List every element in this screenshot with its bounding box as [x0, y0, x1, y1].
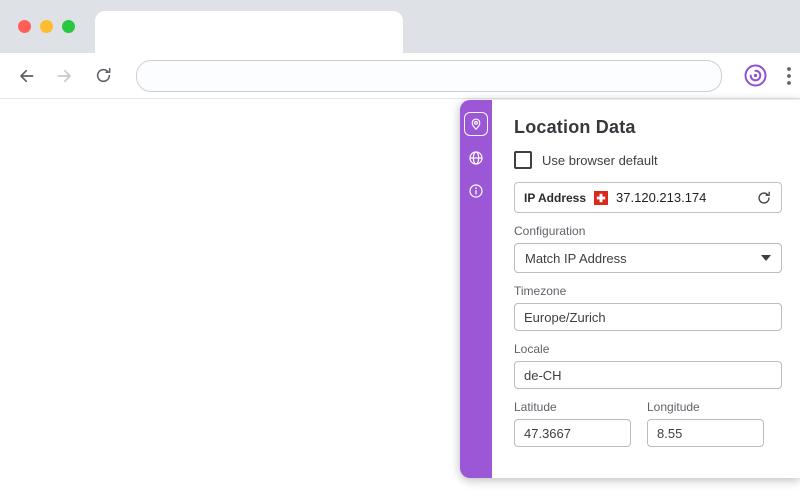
refresh-ip-button[interactable] — [756, 190, 772, 206]
maximize-window-button[interactable] — [62, 20, 75, 33]
minimize-window-button[interactable] — [40, 20, 53, 33]
info-icon — [469, 184, 483, 198]
longitude-label: Longitude — [647, 400, 700, 414]
location-data-panel: Location Data Use browser default IP Add… — [460, 100, 800, 478]
swiss-flag-icon — [594, 190, 609, 205]
configuration-select[interactable]: Match IP Address — [514, 243, 782, 273]
ip-address-box: IP Address 37.120.213.174 — [514, 182, 782, 213]
longitude-input[interactable] — [647, 419, 764, 447]
timezone-label: Timezone — [514, 284, 567, 298]
ip-address-value: 37.120.213.174 — [616, 190, 707, 205]
back-button[interactable] — [13, 63, 39, 89]
configuration-selected-value: Match IP Address — [525, 250, 627, 266]
forward-button[interactable] — [52, 63, 78, 89]
page-title: Location Data — [514, 117, 636, 137]
locale-input[interactable] — [514, 361, 782, 389]
window-controls — [18, 20, 75, 33]
timezone-input[interactable] — [514, 303, 782, 331]
configuration-label: Configuration — [514, 224, 586, 238]
close-window-button[interactable] — [18, 20, 31, 33]
tab-browser-data[interactable] — [465, 147, 487, 169]
locale-label: Locale — [514, 342, 550, 356]
refresh-icon — [758, 191, 770, 204]
globe-icon — [469, 151, 483, 165]
latitude-input[interactable] — [514, 419, 631, 447]
vytal-fingerprint-logo-icon — [744, 64, 767, 87]
panel-sidebar — [460, 100, 492, 478]
browser-toolbar — [0, 53, 800, 99]
browser-menu-button[interactable] — [778, 63, 800, 89]
reload-button[interactable] — [90, 63, 116, 89]
location-pin-icon — [471, 118, 481, 131]
address-bar[interactable] — [136, 59, 723, 92]
chevron-down-icon — [761, 255, 771, 261]
tab-location[interactable] — [464, 112, 488, 136]
tab-info[interactable] — [465, 180, 487, 202]
latitude-label: Latitude — [514, 400, 557, 414]
forward-arrow-icon — [57, 69, 71, 82]
address-bar-input[interactable] — [151, 67, 708, 84]
browser-tab[interactable] — [95, 11, 403, 53]
use-browser-default-label: Use browser default — [542, 152, 658, 168]
browser-title-bar — [0, 0, 800, 53]
reload-icon — [96, 67, 111, 83]
panel-content: Location Data Use browser default IP Add… — [492, 100, 800, 478]
lat-long-row: Latitude Longitude — [514, 389, 782, 447]
kebab-menu-icon — [787, 66, 792, 85]
back-arrow-icon — [20, 69, 34, 82]
use-browser-default-row: Use browser default — [514, 151, 782, 169]
extension-button[interactable] — [742, 63, 768, 89]
use-browser-default-checkbox[interactable] — [514, 151, 532, 169]
ip-address-label: IP Address — [524, 190, 587, 205]
